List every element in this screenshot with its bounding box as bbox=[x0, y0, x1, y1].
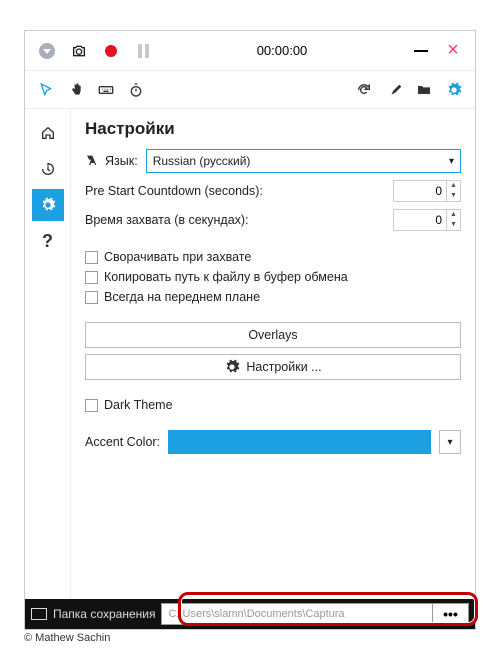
accent-label: Accent Color: bbox=[85, 435, 160, 449]
accent-row: Accent Color: ▾ bbox=[85, 430, 461, 454]
home-icon bbox=[40, 125, 56, 141]
language-label-group: Язык: bbox=[85, 153, 138, 169]
minimize-label: Сворачивать при захвате bbox=[104, 250, 251, 264]
browse-button[interactable]: ••• bbox=[433, 603, 469, 625]
stopwatch-icon bbox=[128, 82, 144, 98]
chevron-down-icon: ▾ bbox=[449, 156, 454, 167]
ontop-label: Всегда на переднем плане bbox=[104, 290, 260, 304]
tab-main[interactable] bbox=[32, 117, 64, 149]
screenshot-button[interactable] bbox=[65, 37, 93, 65]
brush-button[interactable] bbox=[379, 75, 409, 105]
question-icon: ? bbox=[42, 231, 53, 252]
folder-icon bbox=[31, 608, 47, 620]
record-button[interactable] bbox=[97, 37, 125, 65]
prestart-row: Pre Start Countdown (seconds): ▲▼ bbox=[85, 180, 461, 202]
refresh-button[interactable] bbox=[349, 75, 379, 105]
capture-time-input[interactable] bbox=[393, 209, 447, 231]
accent-color-swatch[interactable] bbox=[168, 430, 431, 454]
ontop-checkbox[interactable]: Всегда на переднем плане bbox=[85, 290, 461, 304]
vertical-tabs: ? bbox=[25, 109, 71, 599]
page-title: Настройки bbox=[85, 119, 461, 139]
more-settings-button[interactable]: Настройки ... bbox=[85, 354, 461, 380]
keyboard-icon bbox=[98, 82, 114, 98]
translate-icon bbox=[85, 153, 101, 169]
ellipsis-icon: ••• bbox=[443, 606, 458, 622]
folder-icon bbox=[416, 82, 432, 98]
darktheme-label: Dark Theme bbox=[104, 398, 173, 412]
chevron-down-icon bbox=[39, 43, 55, 59]
body: ? Настройки Язык: Russian (русский) ▾ Pr… bbox=[25, 109, 475, 599]
copypath-label: Копировать путь к файлу в буфер обмена bbox=[104, 270, 348, 284]
record-icon bbox=[105, 45, 117, 57]
minimize-checkbox[interactable]: Сворачивать при захвате bbox=[85, 250, 461, 264]
folder-button[interactable] bbox=[409, 75, 439, 105]
save-folder-value: C:\Users\slamn\Documents\Captura bbox=[168, 608, 344, 620]
close-button[interactable]: × bbox=[439, 37, 467, 65]
capture-dropdown[interactable] bbox=[33, 37, 61, 65]
capture-time-spinner[interactable]: ▲▼ bbox=[447, 209, 461, 231]
overlays-label: Overlays bbox=[248, 328, 297, 342]
gear-icon bbox=[40, 197, 56, 213]
hand-icon bbox=[68, 82, 84, 98]
capture-time-row: Время захвата (в секундах): ▲▼ bbox=[85, 209, 461, 231]
copypath-checkbox[interactable]: Копировать путь к файлу в буфер обмена bbox=[85, 270, 461, 284]
gear-icon bbox=[224, 359, 240, 375]
language-value: Russian (русский) bbox=[153, 154, 251, 168]
gear-icon bbox=[446, 82, 462, 98]
minimize-button[interactable] bbox=[407, 37, 435, 65]
pause-button bbox=[129, 37, 157, 65]
close-icon: × bbox=[447, 39, 459, 62]
checkbox-icon bbox=[85, 291, 98, 304]
save-folder-label: Папка сохранения bbox=[53, 607, 155, 621]
tab-about[interactable]: ? bbox=[32, 225, 64, 257]
language-row: Язык: Russian (русский) ▾ bbox=[85, 149, 461, 173]
pause-icon bbox=[138, 44, 149, 58]
mode-toolbar bbox=[25, 71, 475, 109]
app-window: 00:00:00 × bbox=[24, 30, 476, 630]
settings-button[interactable] bbox=[439, 75, 469, 105]
save-folder-path[interactable]: C:\Users\slamn\Documents\Captura bbox=[161, 603, 433, 625]
language-label: Язык: bbox=[105, 154, 138, 168]
timer-display: 00:00:00 bbox=[159, 43, 405, 58]
copyright: © Mathew Sachin bbox=[24, 632, 110, 644]
checkbox-icon bbox=[85, 399, 98, 412]
statusbar: Папка сохранения C:\Users\slamn\Document… bbox=[25, 599, 475, 629]
keystrokes-tool[interactable] bbox=[91, 75, 121, 105]
brush-icon bbox=[386, 82, 402, 98]
settings-panel: Настройки Язык: Russian (русский) ▾ Pre … bbox=[71, 109, 475, 599]
click-tool[interactable] bbox=[61, 75, 91, 105]
language-select[interactable]: Russian (русский) ▾ bbox=[146, 149, 461, 173]
accent-color-dropdown[interactable]: ▾ bbox=[439, 430, 461, 454]
prestart-input[interactable] bbox=[393, 180, 447, 202]
cursor-icon bbox=[38, 82, 54, 98]
darktheme-checkbox[interactable]: Dark Theme bbox=[85, 398, 461, 412]
capture-time-label: Время захвата (в секундах): bbox=[85, 213, 393, 227]
titlebar: 00:00:00 × bbox=[25, 31, 475, 71]
chevron-down-icon: ▾ bbox=[447, 437, 452, 448]
refresh-icon bbox=[356, 82, 372, 98]
minimize-icon bbox=[414, 50, 428, 52]
prestart-spinner[interactable]: ▲▼ bbox=[447, 180, 461, 202]
more-settings-label: Настройки ... bbox=[246, 360, 321, 374]
elapsed-tool[interactable] bbox=[121, 75, 151, 105]
tab-recent[interactable] bbox=[32, 153, 64, 185]
checkbox-icon bbox=[85, 271, 98, 284]
overlays-button[interactable]: Overlays bbox=[85, 322, 461, 348]
history-icon bbox=[40, 161, 56, 177]
cursor-tool[interactable] bbox=[31, 75, 61, 105]
tab-config[interactable] bbox=[32, 189, 64, 221]
camera-icon bbox=[71, 43, 87, 59]
prestart-label: Pre Start Countdown (seconds): bbox=[85, 184, 393, 198]
checkbox-icon bbox=[85, 251, 98, 264]
